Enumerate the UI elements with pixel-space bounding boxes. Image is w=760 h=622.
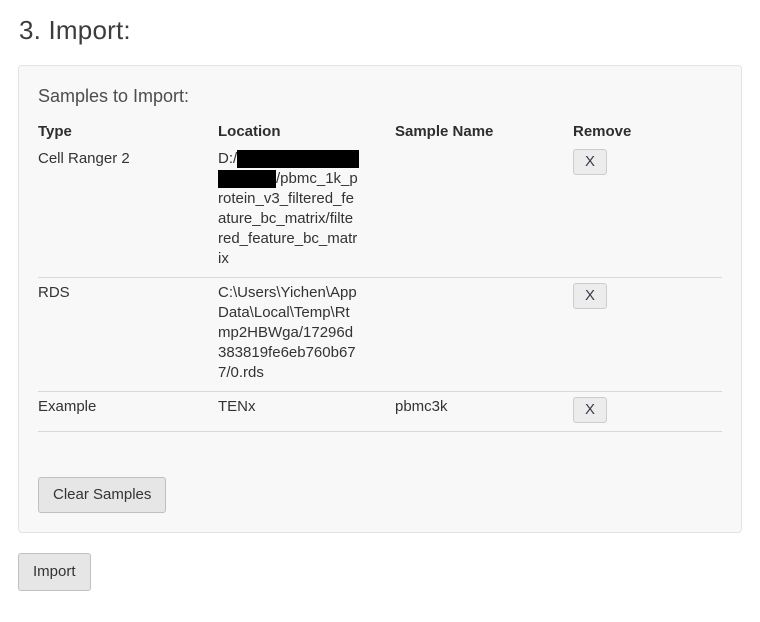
- remove-sample-button[interactable]: X: [573, 397, 607, 423]
- table-row: RDSC:\Users\Yichen\App Data\Local\Temp\Rt…: [38, 278, 722, 392]
- sample-type: Cell Ranger 2: [38, 149, 218, 169]
- sample-type: RDS: [38, 283, 218, 303]
- location-text: Data\Local\Temp\Rt: [218, 304, 350, 321]
- samples-panel: Samples to Import: Type Location Sample …: [18, 65, 742, 533]
- location-line: rotein_v3_filtered_fe: [218, 189, 395, 209]
- location-text: 7/0.rds: [218, 364, 264, 381]
- column-header-type: Type: [38, 122, 218, 142]
- samples-table-body: Cell Ranger 2D:/ /pbmc_1k_p rotein_v3_filt…: [38, 144, 722, 432]
- location-text: red_feature_bc_matr: [218, 230, 357, 247]
- remove-sample-button[interactable]: X: [573, 283, 607, 309]
- table-header-row: Type Location Sample Name Remove: [38, 122, 722, 144]
- location-line: C:\Users\Yichen\App: [218, 283, 395, 303]
- location-text: TENx: [218, 398, 256, 415]
- location-line: /pbmc_1k_p: [218, 169, 395, 189]
- location-line: 383819fe6eb760b67: [218, 343, 395, 363]
- column-header-location: Location: [218, 122, 395, 142]
- sample-location: C:\Users\Yichen\App Data\Local\Temp\Rt mp2…: [218, 283, 395, 383]
- page-title: 3. Import:: [19, 16, 742, 45]
- location-line: ature_bc_matrix/filte: [218, 209, 395, 229]
- sample-location: TENx: [218, 397, 395, 417]
- remove-cell: X: [573, 149, 722, 175]
- location-line: D:/: [218, 149, 395, 169]
- location-line: 7/0.rds: [218, 363, 395, 383]
- remove-cell: X: [573, 397, 722, 423]
- column-header-sample-name: Sample Name: [395, 122, 573, 142]
- import-section: 3. Import: Samples to Import: Type Locat…: [0, 0, 760, 591]
- location-text: ix: [218, 250, 229, 267]
- remove-sample-button[interactable]: X: [573, 149, 607, 175]
- location-text: /pbmc_1k_p: [276, 170, 358, 187]
- redaction-bar: [237, 150, 359, 168]
- location-text: 383819fe6eb760b67: [218, 344, 356, 361]
- column-header-remove: Remove: [573, 122, 722, 142]
- clear-samples-button[interactable]: Clear Samples: [38, 477, 166, 513]
- redaction-bar: [218, 170, 276, 188]
- location-line: Data\Local\Temp\Rt: [218, 303, 395, 323]
- sample-location: D:/ /pbmc_1k_p rotein_v3_filtered_fe ature_…: [218, 149, 395, 269]
- location-line: red_feature_bc_matr: [218, 229, 395, 249]
- location-text: rotein_v3_filtered_fe: [218, 190, 354, 207]
- sample-name: pbmc3k: [395, 397, 573, 417]
- location-text: C:\Users\Yichen\App: [218, 284, 357, 301]
- location-line: ix: [218, 249, 395, 269]
- location-text: ature_bc_matrix/filte: [218, 210, 353, 227]
- location-line: mp2HBWga/17296d: [218, 323, 395, 343]
- table-row: Cell Ranger 2D:/ /pbmc_1k_p rotein_v3_filt…: [38, 144, 722, 278]
- import-button[interactable]: Import: [18, 553, 91, 591]
- location-text: D:/: [218, 150, 237, 167]
- sample-type: Example: [38, 397, 218, 417]
- location-text: mp2HBWga/17296d: [218, 324, 353, 341]
- samples-panel-heading: Samples to Import:: [38, 86, 722, 107]
- location-line: TENx: [218, 397, 395, 417]
- table-row: ExampleTENx pbmc3kX: [38, 392, 722, 432]
- remove-cell: X: [573, 283, 722, 309]
